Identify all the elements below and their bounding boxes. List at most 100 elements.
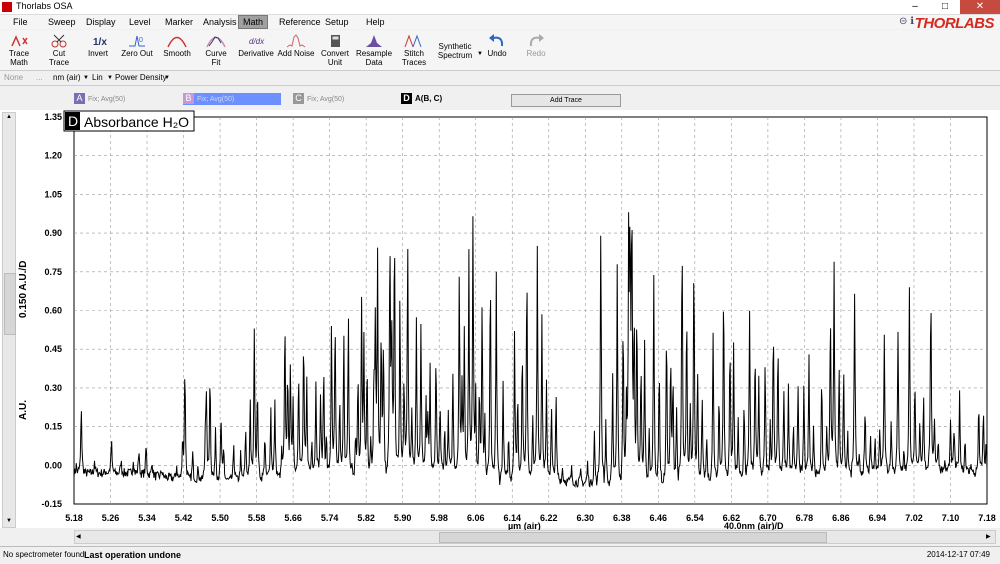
menu-level[interactable]: Level <box>125 16 155 28</box>
invert-button[interactable]: 1/x Invert <box>84 34 112 58</box>
x-tick-label: 5.26 <box>102 513 120 523</box>
y-tick-label: 0.30 <box>44 383 62 393</box>
stitch-traces-button[interactable]: Stitch Traces <box>397 34 431 67</box>
x-tick-label: 6.86 <box>832 513 850 523</box>
spectrum-chart[interactable]: 1.35 1.20 1.05 0.90 0.75 0.60 0.45 0.30 0.15 0.00… <box>0 110 1000 530</box>
menu-math[interactable]: Math <box>238 15 269 29</box>
smooth-icon <box>167 36 187 48</box>
trace-math-button[interactable]: Trace Math <box>4 34 34 67</box>
device-status: No spectrometer found <box>3 550 85 559</box>
add-trace-button[interactable]: Add Trace <box>511 94 621 107</box>
y-tick-label: 0.75 <box>44 267 62 277</box>
trace-b-tab[interactable]: B Fix; Avg(50) <box>183 93 281 105</box>
x-tick-label: 5.58 <box>248 513 266 523</box>
y-axis-label: A.U. <box>18 400 29 420</box>
x-tick-label: 5.42 <box>175 513 193 523</box>
synthetic-spectrum-dropdown[interactable]: Synthetic Spectrum ▼ <box>433 42 483 60</box>
ellipsis-button[interactable]: ... <box>36 73 43 82</box>
horizontal-scrollbar[interactable]: ◀ ▶ <box>74 530 996 544</box>
x-axis-label: µm (air) <box>508 521 541 530</box>
badge-letter: D <box>68 113 78 129</box>
trace-b-letter: B <box>183 93 194 104</box>
scale-selector[interactable]: Lin <box>92 73 103 82</box>
trace-a-label: Fix; Avg(50) <box>88 96 126 103</box>
undo-button[interactable]: Undo <box>484 34 510 58</box>
x-tick-label: 6.54 <box>686 513 704 523</box>
timestamp: 2014-12-17 07:49 <box>926 550 990 559</box>
menu-sweep[interactable]: Sweep <box>44 16 80 28</box>
derivative-icon: d/dx <box>249 37 265 46</box>
menu-display[interactable]: Display <box>82 16 120 28</box>
minimize-button[interactable]: – <box>900 0 930 14</box>
curve-fit-button[interactable]: Curve Fit <box>200 34 232 67</box>
maximize-button[interactable]: □ <box>930 0 960 14</box>
cut-trace-button[interactable]: Cut Trace <box>44 34 74 67</box>
trace-c-letter: C <box>293 93 304 104</box>
horizontal-scroll-thumb[interactable] <box>439 532 827 543</box>
x-tick-label: 6.46 <box>650 513 668 523</box>
x-tick-label: 6.38 <box>613 513 631 523</box>
trace-c-tab[interactable]: C Fix; Avg(50) <box>293 93 344 105</box>
x-tick-label: 6.06 <box>467 513 485 523</box>
y-tick-label: 1.05 <box>44 189 62 199</box>
y-scale-label: 0.150 A.U./D <box>18 261 29 318</box>
undo-icon <box>489 34 504 47</box>
stitch-icon <box>404 34 422 48</box>
trace-d-tab[interactable]: D A(B, C) <box>401 93 442 105</box>
derivative-button[interactable]: d/dx Derivative <box>238 34 274 58</box>
close-button[interactable]: ✕ <box>960 0 1000 14</box>
y-tick-label: -0.15 <box>41 499 62 509</box>
trace-a-letter: A <box>74 93 85 104</box>
trace-bar: A Fix; Avg(50) B Fix; Avg(50) C Fix; Avg(50… <box>0 90 1000 108</box>
trace-a-tab[interactable]: A Fix; Avg(50) <box>74 93 125 105</box>
menu-reference[interactable]: Reference <box>275 16 325 28</box>
none-selector[interactable]: None <box>4 73 23 82</box>
menu-bar: File Sweep Display Level Marker Analysis… <box>0 15 1000 32</box>
scroll-right-icon[interactable]: ▶ <box>986 532 994 542</box>
curve-fit-icon <box>206 36 226 48</box>
unit-bar: None ... nm (air) ▼ Lin ▼ Power Density … <box>0 71 1000 86</box>
resample-icon <box>366 35 382 47</box>
unit-selector[interactable]: nm (air) <box>53 73 81 82</box>
menu-file[interactable]: File <box>9 16 32 28</box>
y-tick-label: 0.45 <box>44 344 62 354</box>
trace-d-label: A(B, C) <box>415 94 443 103</box>
x-tick-label: 5.50 <box>211 513 229 523</box>
menu-setup[interactable]: Setup <box>321 16 353 28</box>
mode-selector[interactable]: Power Density <box>115 73 167 82</box>
x-tick-label: 5.98 <box>430 513 448 523</box>
window-title: Thorlabs OSA <box>16 1 73 11</box>
window-layout-icons[interactable]: ⊝ ℹ <box>899 16 914 27</box>
resample-data-button[interactable]: Resample Data <box>356 34 392 67</box>
trace-math-icon <box>11 35 28 47</box>
y-tick-label: 0.15 <box>44 422 62 432</box>
y-tick-label: 1.20 <box>44 151 62 161</box>
y-tick-labels: 1.35 1.20 1.05 0.90 0.75 0.60 0.45 0.30 0.15 0.00… <box>41 112 62 509</box>
zero-out-button[interactable]: 0 Zero Out <box>120 34 154 58</box>
smooth-button[interactable]: Smooth <box>161 34 193 58</box>
menu-analysis[interactable]: Analysis <box>199 16 241 28</box>
x-tick-label: 7.02 <box>905 513 923 523</box>
zero-out-icon: 0 <box>129 35 145 47</box>
menu-marker[interactable]: Marker <box>161 16 197 28</box>
app-icon <box>2 2 12 12</box>
x-scale-label: 40.0nm (air)/D <box>724 521 784 530</box>
invert-icon: 1/x <box>93 37 107 48</box>
add-noise-button[interactable]: Add Noise <box>276 34 316 58</box>
calculator-icon <box>331 35 340 47</box>
y-tick-label: 0.60 <box>44 306 62 316</box>
operation-status: Last operation undone <box>84 550 182 560</box>
menu-help[interactable]: Help <box>362 16 389 28</box>
svg-text:0: 0 <box>139 37 143 44</box>
chevron-down-icon: ▼ <box>83 75 89 81</box>
trace-c-label: Fix; Avg(50) <box>307 96 345 103</box>
scroll-left-icon[interactable]: ◀ <box>76 532 84 542</box>
badge-title: Absorbance H₂O <box>84 114 189 130</box>
status-bar: No spectrometer found Last operation und… <box>0 546 1000 564</box>
x-tick-label: 7.18 <box>978 513 996 523</box>
x-tick-label: 5.90 <box>394 513 412 523</box>
redo-button[interactable]: Redo <box>523 34 549 58</box>
convert-unit-button[interactable]: Convert Unit <box>318 34 352 67</box>
y-tick-label: 0.90 <box>44 228 62 238</box>
x-tick-label: 6.30 <box>577 513 595 523</box>
